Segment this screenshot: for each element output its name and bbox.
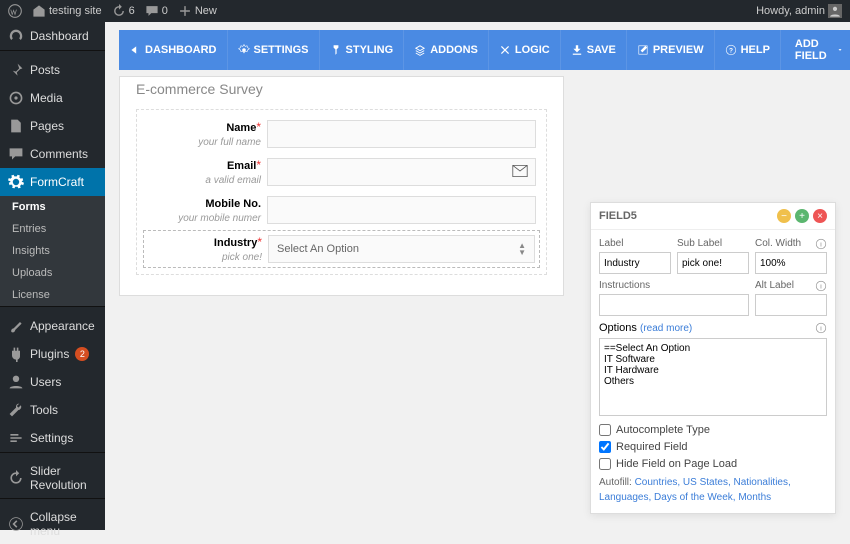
chk-required[interactable]: Required Field — [599, 441, 827, 453]
sliders-icon — [8, 430, 24, 446]
panel-colw-input[interactable] — [755, 252, 827, 274]
site-link[interactable]: testing site — [32, 4, 102, 18]
submenu-formcraft: Forms Entries Insights Uploads License — [0, 196, 105, 306]
readmore-link[interactable]: (read more) — [640, 323, 692, 334]
email-input[interactable] — [267, 158, 536, 186]
admin-sidebar: Dashboard Posts Media Pages Comments For… — [0, 22, 105, 530]
menu-collapse[interactable]: Collapse menu — [0, 504, 105, 544]
menu-pages[interactable]: Pages — [0, 112, 105, 140]
menu-users[interactable]: Users — [0, 368, 105, 396]
panel-alt-input[interactable] — [755, 294, 827, 316]
mail-icon — [512, 164, 528, 181]
menu-appearance[interactable]: Appearance — [0, 312, 105, 340]
menu-tools[interactable]: Tools — [0, 396, 105, 424]
field-industry[interactable]: Industry*pick one! Select An Option▲▼ — [143, 230, 540, 268]
panel-sublabel-input[interactable] — [677, 252, 749, 274]
wp-logo[interactable] — [8, 4, 22, 18]
form-card: E-commerce Survey Name*your full name Em… — [119, 76, 564, 296]
comment-icon — [8, 146, 24, 162]
updates-link[interactable]: 6 — [112, 4, 135, 18]
admin-bar: testing site 6 0 New Howdy, admin — [0, 0, 850, 22]
svg-text:i: i — [820, 325, 822, 332]
pin-icon — [8, 62, 24, 78]
field-panel: FIELD5 − + × Label Sub Label Col. Widthi… — [590, 202, 836, 514]
options-textarea[interactable]: ==Select An Option IT Software IT Hardwa… — [599, 338, 827, 416]
chk-autocomplete[interactable]: Autocomplete Type — [599, 424, 827, 436]
tb-save[interactable]: SAVE — [561, 30, 627, 70]
updown-icon: ▲▼ — [518, 242, 526, 256]
user-icon — [8, 374, 24, 390]
toolbar: DASHBOARD SETTINGS STYLING ADDONS LOGIC … — [119, 30, 836, 70]
panel-label-input[interactable] — [599, 252, 671, 274]
sub-uploads[interactable]: Uploads — [0, 262, 105, 284]
menu-slider-rev[interactable]: Slider Revolution — [0, 458, 105, 498]
tb-logic[interactable]: LOGIC — [489, 30, 561, 70]
autofill-text: Autofill: Countries, US States, National… — [599, 475, 827, 505]
sub-insights[interactable]: Insights — [0, 240, 105, 262]
field-name[interactable]: Name*your full name — [147, 120, 536, 148]
content: DASHBOARD SETTINGS STYLING ADDONS LOGIC … — [105, 22, 850, 530]
mobile-input[interactable] — [267, 196, 536, 224]
form-title: E-commerce Survey — [136, 77, 547, 109]
panel-instructions-input[interactable] — [599, 294, 749, 316]
plug-icon — [8, 346, 24, 362]
howdy[interactable]: Howdy, admin — [756, 4, 842, 18]
industry-select[interactable]: Select An Option▲▼ — [268, 235, 535, 263]
dashboard-icon — [8, 28, 24, 44]
page-icon — [8, 118, 24, 134]
field-mobile[interactable]: Mobile No.your mobile numer — [147, 196, 536, 224]
menu-dashboard[interactable]: Dashboard — [0, 22, 105, 50]
sub-entries[interactable]: Entries — [0, 218, 105, 240]
tb-addons[interactable]: ADDONS — [404, 30, 489, 70]
avatar-icon — [828, 4, 842, 18]
menu-settings[interactable]: Settings — [0, 424, 105, 452]
plugin-update-badge: 2 — [75, 347, 89, 361]
svg-text:?: ? — [729, 47, 733, 54]
add-field-button[interactable]: ADD FIELD — [781, 30, 850, 70]
menu-formcraft[interactable]: FormCraft — [0, 168, 105, 196]
sub-license[interactable]: License — [0, 284, 105, 306]
tb-help[interactable]: ?HELP — [715, 30, 781, 70]
brush-icon — [8, 318, 24, 334]
menu-posts[interactable]: Posts — [0, 56, 105, 84]
menu-media[interactable]: Media — [0, 84, 105, 112]
duplicate-button[interactable]: + — [795, 209, 809, 223]
comments-link[interactable]: 0 — [145, 4, 168, 18]
minimize-button[interactable]: − — [777, 209, 791, 223]
new-link[interactable]: New — [178, 4, 217, 18]
sub-forms[interactable]: Forms — [0, 196, 105, 218]
svg-text:i: i — [820, 241, 822, 248]
info-icon[interactable]: i — [815, 280, 827, 292]
chevron-down-icon — [837, 45, 843, 55]
wrench-icon — [8, 402, 24, 418]
tb-preview[interactable]: PREVIEW — [627, 30, 715, 70]
close-button[interactable]: × — [813, 209, 827, 223]
svg-text:i: i — [820, 283, 822, 290]
info-icon[interactable]: i — [815, 238, 827, 250]
name-input[interactable] — [267, 120, 536, 148]
info-icon[interactable]: i — [815, 322, 827, 334]
menu-comments[interactable]: Comments — [0, 140, 105, 168]
field-email[interactable]: Email*a valid email — [147, 158, 536, 186]
menu-plugins[interactable]: Plugins2 — [0, 340, 105, 368]
panel-title: FIELD5 — [599, 210, 637, 222]
gear-icon — [8, 174, 24, 190]
tb-settings[interactable]: SETTINGS — [228, 30, 320, 70]
media-icon — [8, 90, 24, 106]
chk-hide[interactable]: Hide Field on Page Load — [599, 458, 827, 470]
tb-dashboard[interactable]: DASHBOARD — [119, 30, 228, 70]
refresh-icon — [8, 470, 24, 486]
tb-styling[interactable]: STYLING — [320, 30, 405, 70]
